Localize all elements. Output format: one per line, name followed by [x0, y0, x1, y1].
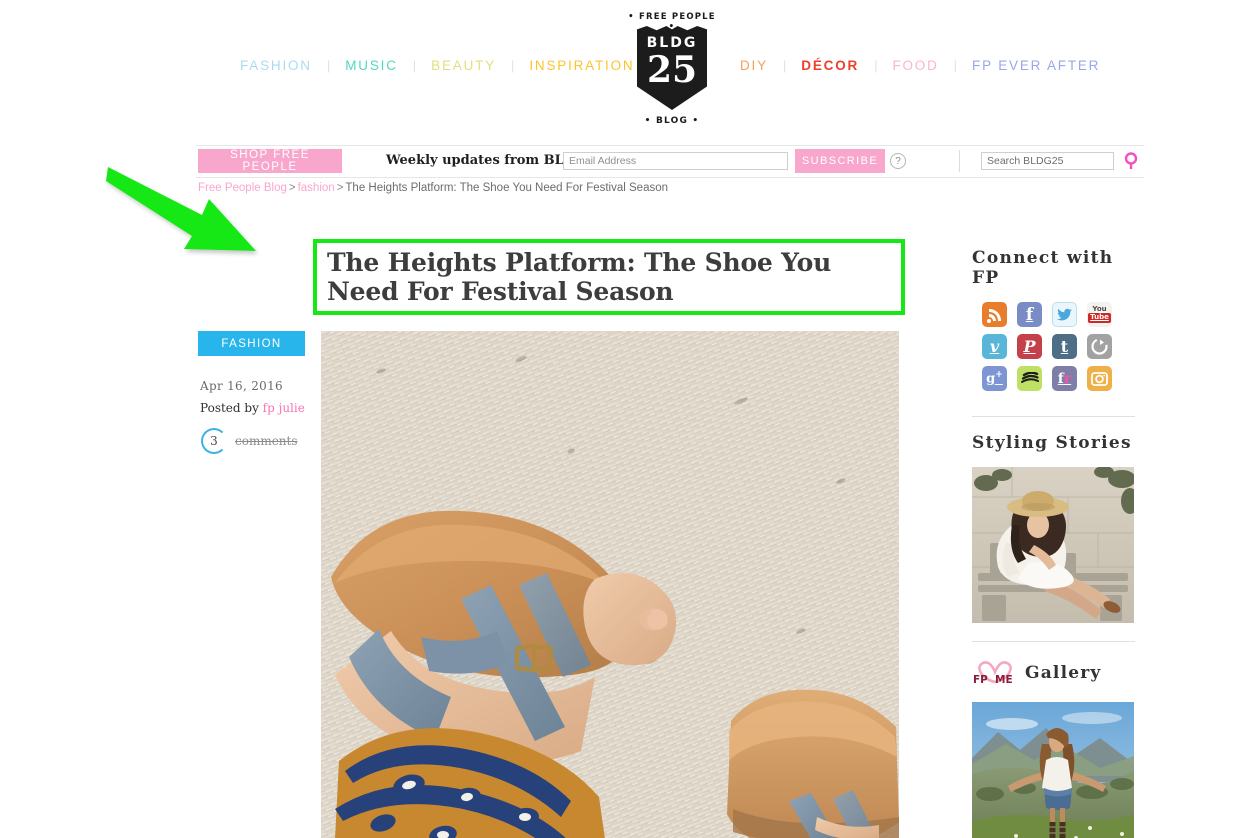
breadcrumb: Free People Blog > fashion > The Heights Pla…	[198, 182, 668, 194]
nav-separator: |	[412, 58, 417, 73]
site-header: FASHION | MUSIC | BEAUTY | INSPIRATION •…	[0, 0, 1260, 132]
breadcrumb-current: The Heights Platform: The Shoe You Need …	[345, 182, 669, 194]
social-icon-grid: f You Tube v P t g+ fr	[982, 302, 1147, 398]
post-title-highlight-box: The Heights Platform: The Shoe You Need …	[313, 239, 905, 315]
subscribe-bar-bottom-rule	[196, 177, 1144, 178]
green-arrow-annotation-icon	[104, 163, 274, 263]
logo-shield: BLDG 25	[637, 26, 707, 110]
pinterest-icon[interactable]: P	[1017, 334, 1042, 359]
right-sidebar: Connect with FP f You Tube v P t g+ fr S…	[972, 248, 1147, 838]
connect-with-fp-heading: Connect with FP	[972, 248, 1114, 288]
comment-count-badge: 3	[201, 428, 227, 454]
nav-separator: |	[782, 58, 787, 73]
logo-bldg-text: BLDG	[646, 35, 698, 51]
nav-item-decor[interactable]: DÉCOR	[793, 58, 867, 73]
site-logo[interactable]: • FREE PEOPLE • BLDG 25 • BLOG •	[626, 12, 718, 126]
comments-link[interactable]: 3 comments	[201, 428, 298, 454]
youtube-icon[interactable]: You Tube	[1087, 302, 1112, 327]
sidebar-divider	[972, 641, 1135, 642]
nav-separator: |	[510, 58, 515, 73]
nav-item-inspiration[interactable]: INSPIRATION	[521, 58, 642, 73]
svg-text:FP: FP	[973, 674, 988, 686]
primary-nav-left: FASHION | MUSIC | BEAUTY | INSPIRATION	[232, 58, 642, 73]
help-icon[interactable]: ?	[890, 153, 906, 169]
shop-free-people-button[interactable]: SHOP FREE PEOPLE	[198, 149, 342, 173]
primary-nav-right: DIY | DÉCOR | FOOD | FP EVER AFTER	[732, 58, 1108, 73]
logo-number-text: 25	[646, 49, 698, 91]
post-date: Apr 16, 2016	[200, 379, 283, 393]
nav-separator: |	[874, 58, 878, 73]
fpme-gallery-image[interactable]	[972, 702, 1134, 838]
page-title: The Heights Platform: The Shoe You Need …	[327, 247, 832, 307]
twitter-icon[interactable]	[1052, 302, 1077, 327]
sidebar-divider	[972, 416, 1135, 417]
subscribe-button[interactable]: SUBSCRIBE	[795, 149, 885, 173]
googleplus-icon[interactable]: g+	[982, 366, 1007, 391]
fp-me-heart-icon: FP ME	[972, 658, 1018, 688]
viddy-icon[interactable]	[1087, 334, 1112, 359]
breadcrumb-separator: >	[336, 182, 344, 194]
nav-separator: |	[953, 58, 958, 73]
nav-item-fp-ever-after[interactable]: FP EVER AFTER	[964, 58, 1108, 73]
comments-label: comments	[235, 434, 298, 448]
breadcrumb-category-link[interactable]: fashion	[298, 182, 335, 194]
fpme-gallery-heading: Gallery	[1025, 663, 1102, 683]
breadcrumb-separator: >	[288, 182, 296, 194]
fpme-gallery-heading-row: FP ME Gallery	[972, 658, 1147, 688]
nav-separator: |	[326, 58, 331, 73]
breadcrumb-root-link[interactable]: Free People Blog	[198, 182, 287, 194]
nav-item-music[interactable]: MUSIC	[337, 58, 406, 73]
search-icon[interactable]	[1123, 151, 1139, 171]
svg-text:ME: ME	[995, 674, 1013, 686]
facebook-icon[interactable]: f	[1017, 302, 1042, 327]
instagram-icon[interactable]	[1087, 366, 1112, 391]
post-hero-image	[321, 331, 899, 838]
styling-stories-image[interactable]	[972, 467, 1134, 623]
post-author-link[interactable]: fp julie	[263, 401, 305, 415]
styling-stories-heading: Styling Stories	[972, 433, 1132, 453]
email-input[interactable]	[563, 152, 788, 170]
nav-item-beauty[interactable]: BEAUTY	[423, 58, 504, 73]
subscribe-bar-top-rule	[196, 145, 1144, 146]
nav-item-food[interactable]: FOOD	[884, 58, 946, 73]
posted-by-prefix: Posted by	[200, 401, 263, 415]
nav-item-diy[interactable]: DIY	[732, 58, 776, 73]
toolbar-divider	[959, 150, 960, 172]
post-author-line: Posted by fp julie	[200, 401, 305, 415]
page-root: FASHION | MUSIC | BEAUTY | INSPIRATION •…	[0, 0, 1260, 838]
search-input[interactable]	[981, 152, 1114, 170]
vimeo-icon[interactable]: v	[982, 334, 1007, 359]
flickr-icon[interactable]: fr	[1052, 366, 1077, 391]
post-category-tag[interactable]: FASHION	[198, 331, 305, 356]
tumblr-icon[interactable]: t	[1052, 334, 1077, 359]
nav-item-fashion[interactable]: FASHION	[232, 58, 320, 73]
spotify-icon[interactable]	[1017, 366, 1042, 391]
rss-icon[interactable]	[982, 302, 1007, 327]
logo-bottom-text: • BLOG •	[644, 116, 700, 126]
